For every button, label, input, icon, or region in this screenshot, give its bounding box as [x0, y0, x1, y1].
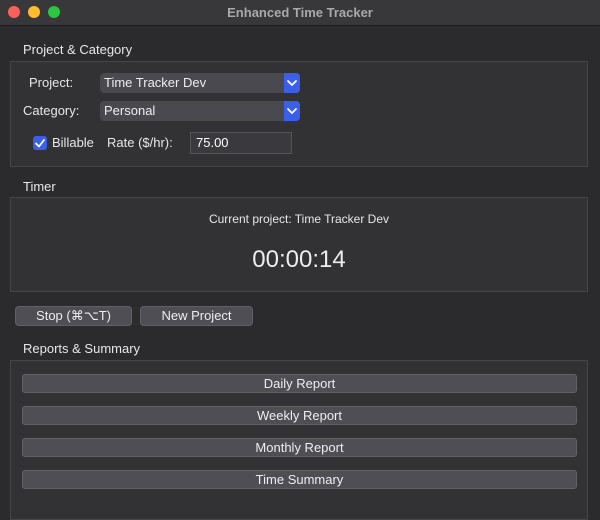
project-select[interactable]: Time Tracker Dev — [100, 73, 300, 93]
daily-report-button[interactable]: Daily Report — [22, 374, 577, 393]
chevron-down-icon — [284, 73, 300, 93]
project-category-section-label: Project & Category — [23, 42, 133, 57]
window-title: Enhanced Time Tracker — [227, 5, 373, 20]
billable-label: Billable — [52, 135, 94, 150]
weekly-report-button[interactable]: Weekly Report — [22, 406, 577, 425]
monthly-report-button[interactable]: Monthly Report — [22, 438, 577, 457]
project-category-panel: Project: Time Tracker Dev Category: Pers… — [10, 61, 588, 167]
timer-section-label: Timer — [23, 179, 56, 194]
reports-section-label: Reports & Summary — [23, 341, 141, 356]
new-project-button[interactable]: New Project — [140, 306, 253, 326]
timer-panel: Current project: Time Tracker Dev 00:00:… — [10, 197, 588, 292]
title-bar: Enhanced Time Tracker — [0, 0, 600, 26]
project-select-value: Time Tracker Dev — [104, 75, 207, 90]
billable-checkbox[interactable] — [33, 136, 47, 150]
stop-button[interactable]: Stop (⌘⌥T) — [15, 306, 132, 326]
rate-label: Rate ($/hr): — [107, 135, 173, 150]
elapsed-time-display: 00:00:14 — [252, 246, 346, 273]
chevron-down-icon — [284, 101, 300, 121]
checkmark-icon — [35, 138, 45, 147]
current-project-text: Current project: Time Tracker Dev — [208, 212, 390, 226]
category-select[interactable]: Personal — [100, 101, 300, 121]
rate-input[interactable]: 75.00 — [190, 132, 292, 154]
category-label: Category: — [23, 103, 80, 118]
time-summary-button[interactable]: Time Summary — [22, 470, 577, 489]
category-select-value: Personal — [104, 103, 156, 118]
project-label: Project: — [29, 75, 74, 90]
